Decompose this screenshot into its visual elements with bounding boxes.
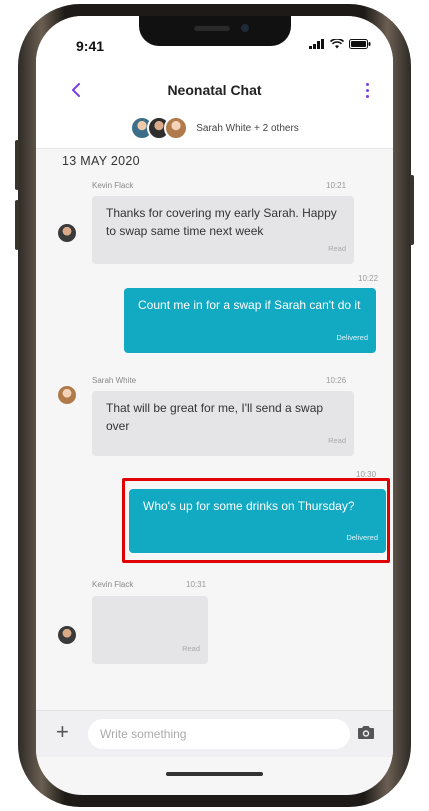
phone-screen: 9:41 Neonatal Chat Sarah White + 2 other…: [36, 16, 393, 795]
message-status: Read: [182, 644, 200, 653]
date-separator: 13 MAY 2020: [62, 154, 140, 168]
status-time: 9:41: [76, 38, 105, 54]
power-button-hardware: [410, 175, 414, 245]
front-camera: [241, 24, 249, 32]
volume-up-button-hardware: [15, 140, 19, 190]
avatar: [58, 224, 76, 242]
message-status: Read: [328, 244, 346, 253]
highlight-box: [122, 478, 390, 563]
avatar: [58, 626, 76, 644]
message-input[interactable]: [88, 719, 350, 749]
signal-icon: [309, 39, 324, 49]
chat-header: Neonatal Chat Sarah White + 2 others: [36, 60, 393, 149]
more-dot-icon: [365, 82, 369, 86]
message-sender: Kevin Flack: [92, 580, 134, 589]
message-time: 10:31: [186, 580, 207, 589]
message-bubble-incoming[interactable]: Thanks for covering my early Sarah. Happ…: [92, 196, 354, 264]
chat-title: Neonatal Chat: [167, 82, 262, 98]
message-sender: Sarah White: [92, 376, 137, 385]
message-bubble-incoming[interactable]: That will be great for me, I'll send a s…: [92, 391, 354, 456]
message-sender: Kevin Flack: [92, 181, 134, 190]
avatar: [58, 386, 76, 404]
volume-down-button-hardware: [15, 200, 19, 250]
message-text: That will be great for me, I'll send a s…: [106, 401, 324, 433]
more-dot-icon: [365, 88, 369, 92]
status-icons: [309, 39, 371, 49]
message-time: 10:26: [326, 376, 347, 385]
more-options-button[interactable]: [359, 78, 375, 102]
message-text: Thanks for covering my early Sarah. Happ…: [106, 206, 337, 238]
message-time: 10:22: [358, 274, 379, 283]
camera-button[interactable]: [357, 724, 375, 745]
home-indicator[interactable]: [166, 772, 263, 776]
message-bubble-outgoing[interactable]: Count me in for a swap if Sarah can't do…: [124, 288, 376, 353]
add-attachment-button[interactable]: +: [56, 721, 69, 743]
battery-icon: [349, 39, 371, 49]
message-status: Read: [328, 436, 346, 445]
message-text: Count me in for a swap if Sarah can't do…: [138, 298, 361, 312]
participants-summary[interactable]: Sarah White + 2 others: [36, 116, 393, 140]
message-time: 10:21: [326, 181, 347, 190]
message-bubble-incoming[interactable]: Read: [92, 596, 208, 664]
speaker-grille: [194, 26, 230, 31]
participants-label: Sarah White + 2 others: [196, 122, 299, 134]
avatar: [164, 116, 189, 140]
message-status: Delivered: [336, 333, 368, 342]
participant-avatars: [130, 116, 189, 140]
message-composer: +: [36, 710, 393, 757]
more-dot-icon: [365, 94, 369, 98]
notch: [139, 16, 291, 46]
camera-icon: [358, 726, 374, 739]
wifi-icon: [330, 39, 344, 49]
